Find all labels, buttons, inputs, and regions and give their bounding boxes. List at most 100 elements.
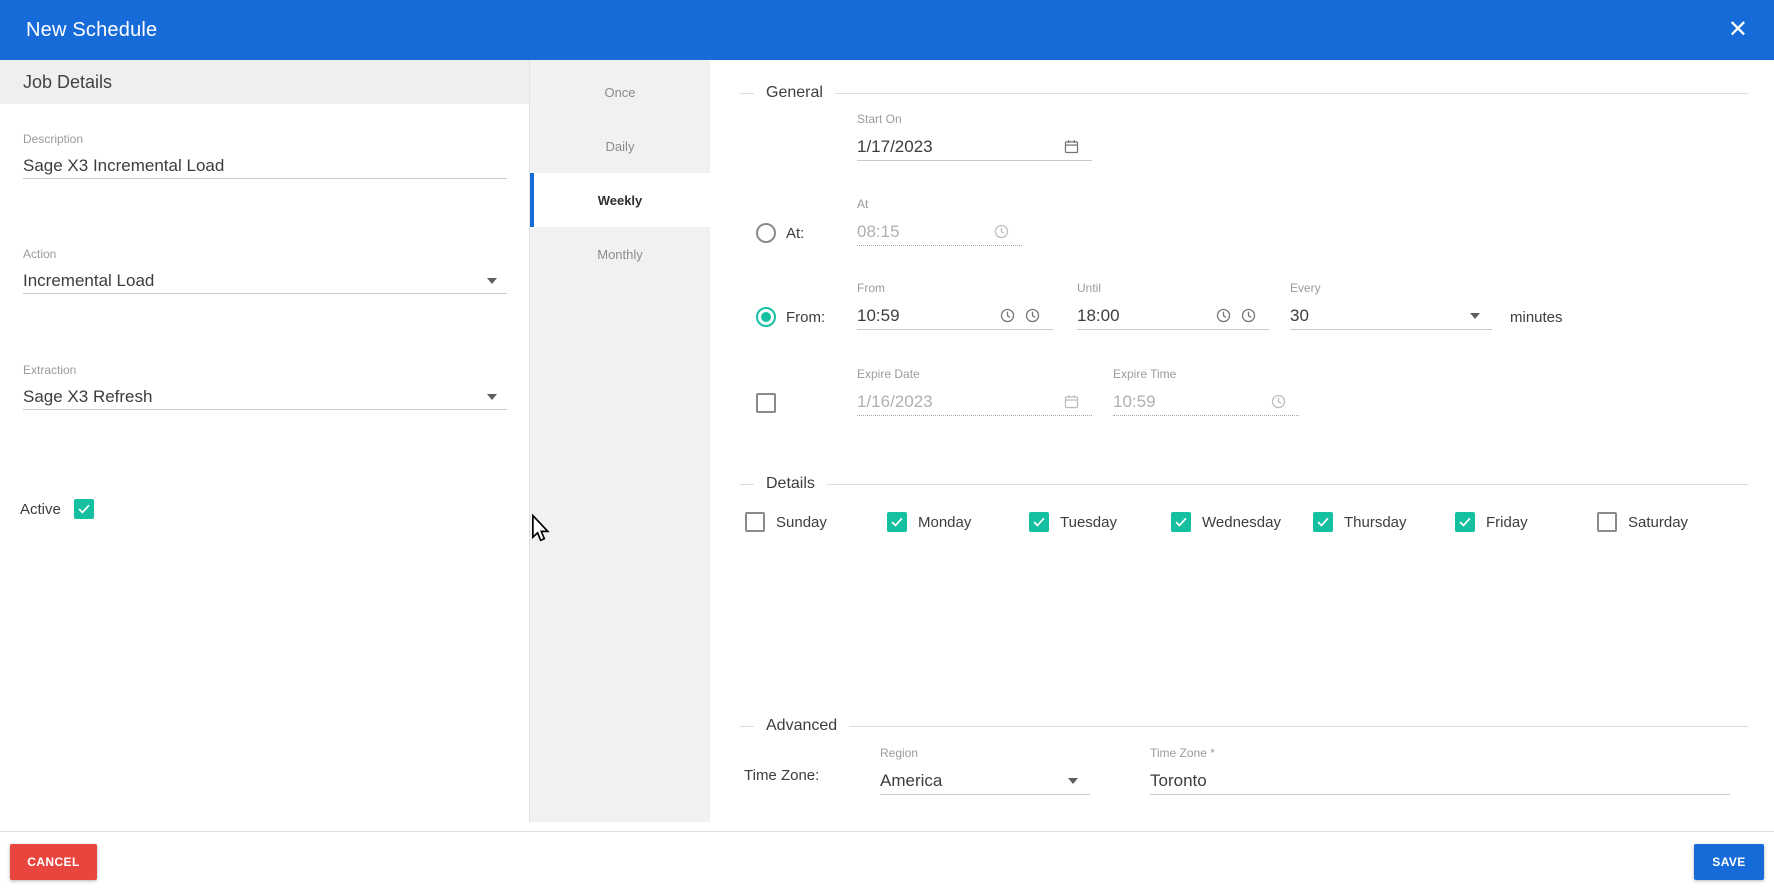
from-radio-row: From:: [756, 307, 825, 327]
checkbox-saturday[interactable]: [1597, 512, 1617, 532]
day-thursday[interactable]: Thursday: [1313, 511, 1407, 533]
dialog-footer: CANCEL SAVE: [0, 822, 1774, 892]
until-time-field[interactable]: Until 18:00: [1077, 281, 1269, 330]
at-time-value[interactable]: 08:15: [857, 222, 985, 242]
at-time-field[interactable]: At 08:15: [857, 197, 1022, 246]
extraction-value[interactable]: Sage X3 Refresh: [23, 387, 479, 407]
start-on-value[interactable]: 1/17/2023: [857, 137, 1055, 157]
day-label-thursday: Thursday: [1344, 514, 1407, 531]
checkbox-tuesday[interactable]: [1029, 512, 1049, 532]
dialog-header: New Schedule ✕: [0, 0, 1774, 60]
at-radio[interactable]: [756, 223, 776, 243]
job-details-panel: Job Details Description Sage X3 Incremen…: [0, 60, 530, 822]
day-wednesday[interactable]: Wednesday: [1171, 511, 1281, 533]
calendar-icon[interactable]: [1063, 393, 1080, 410]
checkbox-thursday[interactable]: [1313, 512, 1333, 532]
from-radio-label: From:: [786, 309, 825, 326]
at-radio-row: At:: [756, 223, 804, 243]
expire-date-field[interactable]: Expire Date 1/16/2023: [857, 367, 1092, 416]
expire-checkbox[interactable]: [756, 393, 776, 413]
action-value[interactable]: Incremental Load: [23, 271, 479, 291]
advanced-section-title: Advanced: [766, 717, 837, 735]
chevron-down-icon[interactable]: [487, 278, 497, 284]
checkbox-monday[interactable]: [887, 512, 907, 532]
clock-icon[interactable]: [1240, 307, 1257, 324]
chevron-down-icon[interactable]: [1470, 313, 1480, 319]
clock-icon[interactable]: [993, 223, 1010, 240]
every-field-label: Every: [1290, 281, 1492, 295]
expire-time-label: Expire Time: [1113, 367, 1299, 381]
dialog-body: Job Details Description Sage X3 Incremen…: [0, 60, 1774, 822]
expire-date-value[interactable]: 1/16/2023: [857, 392, 1055, 412]
description-field[interactable]: Description Sage X3 Incremental Load: [23, 132, 507, 179]
from-time-field[interactable]: From 10:59: [857, 281, 1053, 330]
calendar-icon[interactable]: [1063, 138, 1080, 155]
day-saturday[interactable]: Saturday: [1597, 511, 1688, 533]
expire-time-field[interactable]: Expire Time 10:59: [1113, 367, 1299, 416]
clock-icon[interactable]: [1215, 307, 1232, 324]
dialog-title: New Schedule: [26, 19, 157, 42]
day-label-monday: Monday: [918, 514, 971, 531]
chevron-down-icon[interactable]: [1068, 778, 1078, 784]
active-row: Active: [20, 498, 94, 520]
time-zone-value[interactable]: Toronto: [1150, 771, 1718, 791]
details-section-header: Details: [740, 475, 1748, 493]
action-label: Action: [23, 247, 507, 261]
action-select[interactable]: Action Incremental Load: [23, 247, 507, 294]
day-sunday[interactable]: Sunday: [745, 511, 827, 533]
days-row: Sunday Monday Tuesday Wednesday Thursday Frid…: [710, 511, 1774, 535]
clock-icon[interactable]: [999, 307, 1016, 324]
day-label-sunday: Sunday: [776, 514, 827, 531]
tab-once[interactable]: Once: [530, 65, 710, 119]
cancel-button[interactable]: CANCEL: [10, 844, 97, 880]
tab-list: OnceDailyWeeklyMonthly: [530, 60, 710, 822]
from-radio[interactable]: [756, 307, 776, 327]
clock-icon[interactable]: [1270, 393, 1287, 410]
description-label: Description: [23, 132, 507, 146]
close-icon[interactable]: ✕: [1728, 18, 1748, 42]
day-monday[interactable]: Monday: [887, 511, 971, 533]
extraction-select[interactable]: Extraction Sage X3 Refresh: [23, 363, 507, 410]
every-select[interactable]: Every 30: [1290, 281, 1492, 330]
chevron-down-icon[interactable]: [487, 394, 497, 400]
extraction-label: Extraction: [23, 363, 507, 377]
start-on-label: Start On: [857, 112, 1092, 126]
details-section-title: Details: [766, 475, 815, 493]
until-field-label: Until: [1077, 281, 1269, 295]
day-tuesday[interactable]: Tuesday: [1029, 511, 1117, 533]
new-schedule-dialog: New Schedule ✕ Job Details Description S…: [0, 0, 1774, 892]
checkbox-sunday[interactable]: [745, 512, 765, 532]
day-label-friday: Friday: [1486, 514, 1528, 531]
tab-daily[interactable]: Daily: [530, 119, 710, 173]
from-time-value[interactable]: 10:59: [857, 306, 991, 326]
tab-monthly[interactable]: Monthly: [530, 227, 710, 281]
region-value[interactable]: America: [880, 771, 1060, 791]
at-field-label: At: [857, 197, 1022, 211]
general-section-header: General: [740, 84, 1748, 102]
region-label: Region: [880, 746, 1090, 760]
time-zone-field[interactable]: Time Zone * Toronto: [1150, 746, 1730, 795]
advanced-section-header: Advanced: [740, 717, 1748, 735]
day-friday[interactable]: Friday: [1455, 511, 1528, 533]
clock-icon[interactable]: [1024, 307, 1041, 324]
until-time-value[interactable]: 18:00: [1077, 306, 1207, 326]
every-value[interactable]: 30: [1290, 306, 1462, 326]
at-radio-label: At:: [786, 225, 804, 242]
day-label-wednesday: Wednesday: [1202, 514, 1281, 531]
start-on-field[interactable]: Start On 1/17/2023: [857, 112, 1092, 161]
panel-title: Job Details: [0, 60, 529, 104]
general-section-title: General: [766, 84, 823, 102]
expire-time-value[interactable]: 10:59: [1113, 392, 1262, 412]
schedule-panel: General Start On 1/17/2023 At: At: [710, 60, 1774, 822]
tab-weekly[interactable]: Weekly: [530, 173, 710, 227]
region-select[interactable]: Region America: [880, 746, 1090, 795]
active-label: Active: [20, 501, 61, 518]
minutes-label: minutes: [1510, 309, 1563, 326]
expire-date-label: Expire Date: [857, 367, 1092, 381]
time-zone-row-label: Time Zone:: [744, 767, 819, 784]
active-checkbox[interactable]: [74, 499, 94, 519]
checkbox-wednesday[interactable]: [1171, 512, 1191, 532]
checkbox-friday[interactable]: [1455, 512, 1475, 532]
description-value[interactable]: Sage X3 Incremental Load: [23, 156, 497, 176]
save-button[interactable]: SAVE: [1694, 844, 1764, 880]
